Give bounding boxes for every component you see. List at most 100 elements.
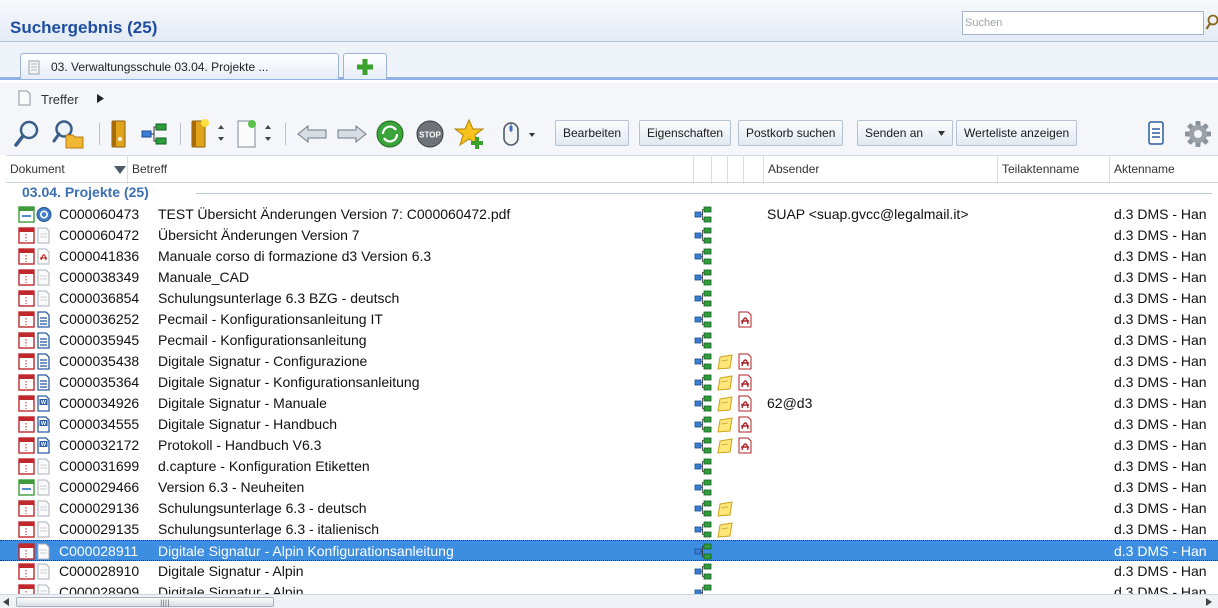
table-row[interactable]: C000036854 Schulungsunterlage 6.3 BZG - d… [0, 288, 1218, 309]
blank-document-icon [37, 584, 50, 594]
table-row[interactable]: C000035945 Pecmail - Konfigurationsanleit… [0, 330, 1218, 351]
table-row[interactable]: C000029135 Schulungsunterlage 6.3 - itali… [0, 519, 1218, 540]
register-red-icon [18, 437, 35, 454]
senden-an-button[interactable]: Senden an [857, 120, 953, 146]
blank-document-icon [37, 269, 50, 286]
eigenschaften-button[interactable]: Eigenschaften [639, 120, 732, 146]
column-icon-3[interactable] [728, 156, 744, 184]
table-row[interactable]: C000060473 TEST Übersicht Änderungen Vers… [0, 204, 1218, 225]
register-red-icon [18, 311, 35, 328]
triangle-right-icon[interactable] [97, 94, 104, 103]
document-list-icon[interactable] [1145, 115, 1167, 153]
column-aktenname[interactable]: Aktenname [1110, 156, 1218, 184]
scroll-left-icon[interactable] [3, 598, 9, 606]
register-red-icon [18, 227, 35, 244]
new-document-icon[interactable] [234, 115, 276, 153]
column-aktenname-label: Aktenname [1114, 162, 1175, 176]
search-icon[interactable] [1205, 14, 1218, 32]
postkorb-suchen-button[interactable]: Postkorb suchen [738, 120, 844, 146]
tree-structure-icon [694, 479, 712, 496]
binder-star-icon[interactable] [188, 115, 228, 153]
table-row[interactable]: C000028910 Digitale Signatur - Alpin d.3 D… [0, 561, 1218, 582]
blank-document-icon [37, 543, 50, 560]
aktenname-text: d.3 DMS - Han [1114, 248, 1207, 264]
tree-structure-icon [694, 290, 712, 307]
table-row[interactable]: C000035364 Digitale Signatur - Konfigurat… [0, 372, 1218, 393]
arrow-left-icon[interactable] [294, 115, 330, 153]
table-row[interactable]: W C000034926 Digitale Signatur - Manuale 62… [0, 393, 1218, 414]
pdf-icon [738, 437, 752, 454]
table-row[interactable]: C000028911 Digitale Signatur - Alpin Konf… [0, 540, 1218, 561]
betreff-text: Digitale Signatur - Konfigurationsanleit… [158, 374, 420, 390]
aktenname-text: d.3 DMS - Han [1114, 269, 1207, 285]
column-icon-2[interactable] [712, 156, 728, 184]
scroll-right-icon[interactable] [1206, 598, 1212, 606]
binder-icon[interactable] [108, 115, 130, 153]
toolbar-separator [180, 123, 181, 145]
table-row[interactable]: W C000032172 Protokoll - Handbuch V6.3 d.3 … [0, 435, 1218, 456]
betreff-text: Digitale Signatur - Alpin [158, 584, 304, 594]
pdf-icon [738, 416, 752, 433]
document-number: C000028909 [59, 584, 140, 594]
arrow-right-icon[interactable] [334, 115, 370, 153]
table-row[interactable]: C000060472 Übersicht Änderungen Version 7… [0, 225, 1218, 246]
mouse-icon[interactable] [498, 115, 542, 153]
betreff-text: Schulungsunterlage 6.3 - italienisch [158, 521, 380, 537]
bearbeiten-button[interactable]: Bearbeiten [555, 120, 630, 146]
search-icon[interactable] [12, 115, 42, 153]
treffer-label[interactable]: Treffer [41, 92, 79, 107]
column-icon-4[interactable] [744, 156, 764, 184]
svg-text:STOP: STOP [419, 131, 441, 140]
blank-document-icon [37, 500, 50, 517]
tree-structure-icon[interactable] [138, 115, 170, 153]
aktenname-text: d.3 DMS - Han [1114, 563, 1207, 579]
results-list: C000060473 TEST Übersicht Änderungen Vers… [0, 204, 1218, 594]
betreff-text: Manuale corso di formazione d3 Version 6… [158, 248, 432, 264]
sort-down-icon[interactable] [114, 166, 126, 174]
refresh-icon[interactable] [374, 115, 406, 153]
tab-strip: 03. Verwaltungsschule 03.04. Projekte ..… [0, 42, 1218, 80]
column-absender[interactable]: Absender [764, 156, 998, 184]
betreff-text: d.capture - Konfiguration Etiketten [158, 458, 370, 474]
column-teilaktenname[interactable]: Teilaktenname [998, 156, 1110, 184]
toolbar: STOP Bearbeiten Eigenschaften Postkorb s… [0, 115, 1218, 155]
table-row[interactable]: C000035438 Digitale Signatur - Configuraz… [0, 351, 1218, 372]
senden-an-label: Senden an [865, 126, 924, 140]
column-dokument[interactable]: Dokument [6, 156, 128, 184]
table-row[interactable]: C000038349 Manuale_CAD d.3 DMS - Han [0, 267, 1218, 288]
tree-structure-icon [694, 416, 712, 433]
pdf-icon [738, 395, 752, 412]
scrollbar-thumb[interactable]: |||| [16, 597, 274, 607]
document-number: C000032172 [59, 437, 140, 453]
werteliste-anzeigen-button[interactable]: Werteliste anzeigen [956, 120, 1078, 146]
column-icon-1[interactable] [694, 156, 712, 184]
document-number: C000028911 [59, 543, 139, 559]
blank-document-icon [37, 458, 50, 475]
search-folder-icon[interactable] [50, 115, 86, 153]
table-row[interactable]: C000031699 d.capture - Konfiguration Etik… [0, 456, 1218, 477]
table-row[interactable]: C000036252 Pecmail - Konfigurationsanleit… [0, 309, 1218, 330]
horizontal-scrollbar[interactable]: |||| [0, 594, 1218, 608]
blank-document-icon [37, 227, 50, 244]
tab-projekte[interactable]: 03. Verwaltungsschule 03.04. Projekte ..… [20, 53, 339, 79]
table-row[interactable]: C000029466 Version 6.3 - Neuheiten d.3 DMS… [0, 477, 1218, 498]
table-row[interactable]: C000029136 Schulungsunterlage 6.3 - deuts… [0, 498, 1218, 519]
gear-icon[interactable] [1180, 115, 1218, 153]
table-row[interactable]: C000028909 Digitale Signatur - Alpin d.3 D… [0, 582, 1218, 594]
table-row[interactable]: W C000034555 Digitale Signatur - Handbuch d… [0, 414, 1218, 435]
aktenname-text: d.3 DMS - Han [1114, 395, 1207, 411]
aktenname-text: d.3 DMS - Han [1114, 500, 1207, 516]
aktenname-text: d.3 DMS - Han [1114, 227, 1207, 243]
document-number: C000029136 [59, 500, 140, 516]
group-header[interactable]: 03.04. Projekte (25) [22, 184, 149, 200]
betreff-text: Digitale Signatur - Configurazione [158, 353, 368, 369]
add-tab-button[interactable] [343, 53, 387, 79]
favorite-add-icon[interactable] [454, 115, 488, 153]
search-input[interactable] [965, 13, 1199, 33]
document-number: C000060473 [59, 206, 140, 222]
blank-document-icon [37, 563, 50, 580]
table-row[interactable]: C000041836 Manuale corso di formazione d3… [0, 246, 1218, 267]
stop-icon[interactable]: STOP [414, 115, 446, 153]
column-betreff[interactable]: Betreff [128, 156, 694, 184]
search-box[interactable] [962, 11, 1204, 35]
